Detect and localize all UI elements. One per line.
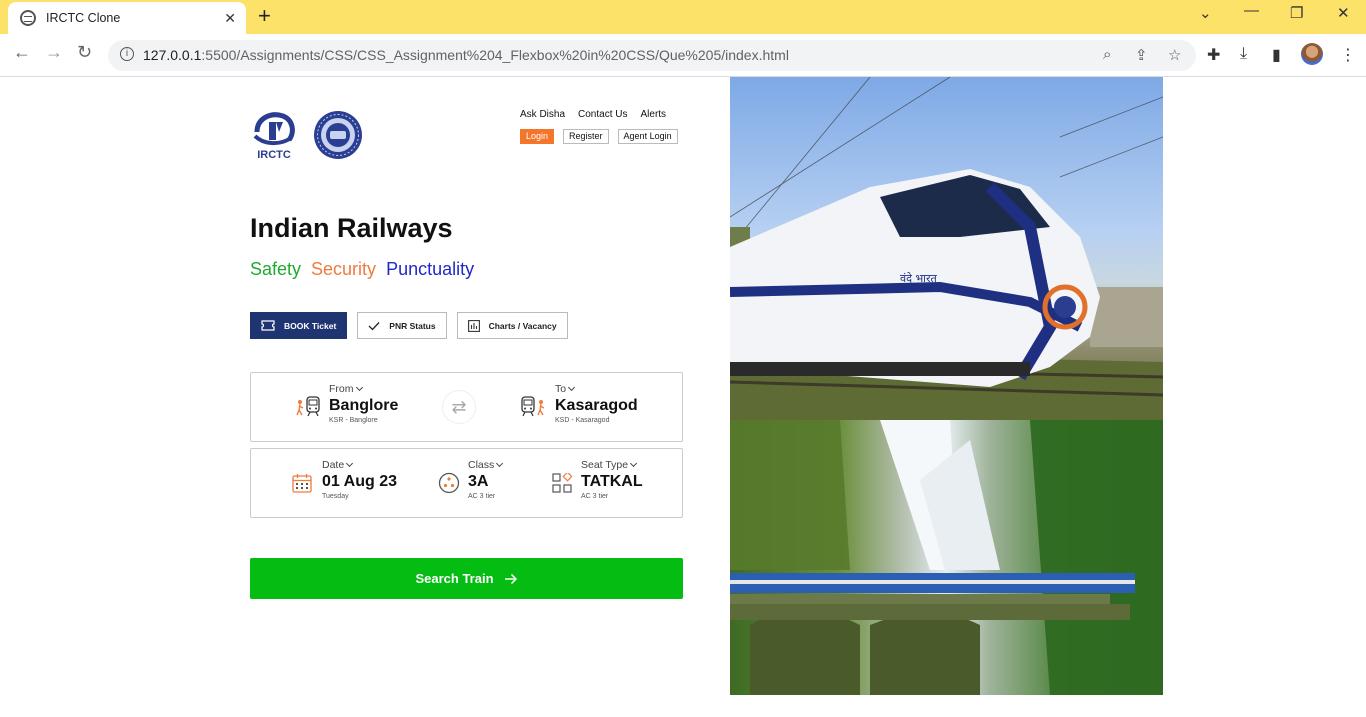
calendar-icon bbox=[292, 474, 312, 493]
nav-contact-us[interactable]: Contact Us bbox=[578, 109, 627, 120]
browser-titlebar: IRCTC Clone ✕ + ⌄ — ❐ ✕ bbox=[0, 0, 1366, 34]
page-title: Indian Railways bbox=[250, 213, 453, 243]
login-button[interactable]: Login bbox=[520, 129, 555, 144]
hero-image-waterfall bbox=[730, 420, 1163, 695]
class-label: Class bbox=[468, 459, 495, 471]
ticket-icon bbox=[261, 320, 275, 331]
to-station-icon bbox=[521, 396, 545, 417]
share-icon[interactable]: ⇪ bbox=[1135, 46, 1148, 64]
bookmark-star-icon[interactable]: ☆ bbox=[1168, 46, 1181, 64]
browser-tab[interactable]: IRCTC Clone ✕ bbox=[8, 2, 246, 34]
extensions-icon[interactable]: ✚ bbox=[1207, 45, 1220, 65]
hero-image-train: वंदे भारत bbox=[730, 77, 1163, 420]
close-window-icon[interactable]: ✕ bbox=[1337, 4, 1350, 22]
from-station-code: KSR - Banglore bbox=[329, 417, 378, 424]
site-info-icon[interactable]: i bbox=[120, 47, 134, 61]
globe-icon bbox=[20, 10, 36, 26]
download-icon[interactable]: ⤓ bbox=[1240, 45, 1247, 63]
address-bar[interactable]: i 127.0.0.1:5500/Assignments/CSS/CSS_Ass… bbox=[108, 40, 1196, 71]
chevron-down-icon bbox=[568, 383, 576, 392]
seat-type-label: Seat Type bbox=[581, 459, 629, 471]
to-label: To bbox=[555, 383, 567, 395]
tab-charts-vacancy[interactable]: Charts / Vacancy bbox=[456, 312, 568, 339]
irctc-logo-text: IRCTC bbox=[257, 149, 291, 160]
tab-book-ticket[interactable]: BOOK Ticket bbox=[250, 312, 348, 339]
auth-buttons: Login Register Agent Login bbox=[520, 129, 678, 144]
tag-punctuality: Punctuality bbox=[386, 259, 475, 279]
menu-kebab-icon[interactable]: ⋮ bbox=[1340, 45, 1356, 65]
tab-pnr-status[interactable]: PNR Status bbox=[357, 312, 447, 339]
side-panel-icon[interactable]: ▮ bbox=[1272, 45, 1281, 65]
page-content: IRCTC Ask Disha Contact Us Alerts Login … bbox=[0, 77, 1366, 717]
tag-security: Security bbox=[311, 259, 377, 279]
arrow-right-icon bbox=[504, 573, 517, 584]
profile-avatar[interactable] bbox=[1301, 43, 1323, 65]
date-label: Date bbox=[322, 459, 345, 471]
browser-toolbar: ← → ↻ i 127.0.0.1:5500/Assignments/CSS/C… bbox=[0, 34, 1366, 77]
journey-card: From Banglore KSR - Banglore ⇄ To Kasara… bbox=[250, 372, 683, 442]
zoom-icon[interactable]: ⌕ bbox=[1103, 46, 1111, 63]
chevron-down-icon bbox=[496, 459, 504, 468]
train-livery-text: वंदे भारत bbox=[900, 272, 938, 285]
chart-icon bbox=[467, 319, 480, 332]
top-nav: Ask Disha Contact Us Alerts bbox=[520, 109, 666, 120]
check-icon bbox=[368, 321, 380, 330]
nav-ask-disha[interactable]: Ask Disha bbox=[520, 109, 565, 120]
chevron-down-icon bbox=[355, 383, 363, 392]
agent-login-button[interactable]: Agent Login bbox=[617, 129, 678, 144]
url-text[interactable]: 127.0.0.1:5500/Assignments/CSS/CSS_Assig… bbox=[143, 47, 789, 63]
tab-book-ticket-label: BOOK Ticket bbox=[284, 320, 337, 331]
from-label: From bbox=[329, 383, 354, 395]
date-weekday: Tuesday bbox=[322, 493, 349, 500]
to-station-code: KSD - Kasaragod bbox=[555, 417, 610, 424]
forward-icon[interactable]: → bbox=[45, 42, 63, 63]
chevron-down-icon bbox=[630, 459, 638, 468]
indian-railways-logo bbox=[314, 111, 362, 159]
seat-type-value: TATKAL bbox=[581, 473, 643, 490]
to-field[interactable]: To Kasaragod KSD - Kasaragod bbox=[555, 383, 638, 424]
close-tab-icon[interactable]: ✕ bbox=[224, 10, 236, 27]
class-description: AC 3 tier bbox=[468, 493, 496, 500]
irctc-logo: IRCTC bbox=[253, 112, 295, 160]
date-field[interactable]: Date 01 Aug 23 Tuesday bbox=[322, 459, 397, 500]
tab-charts-vacancy-label: Charts / Vacancy bbox=[488, 320, 557, 331]
nav-alerts[interactable]: Alerts bbox=[640, 109, 666, 120]
from-value: Banglore bbox=[329, 397, 399, 414]
restore-icon[interactable]: ❐ bbox=[1290, 4, 1303, 22]
tag-safety: Safety bbox=[250, 259, 302, 279]
mode-tabs: BOOK Ticket PNR Status Charts / Vacancy bbox=[250, 312, 568, 339]
from-station-icon bbox=[296, 396, 320, 417]
details-card: Date 01 Aug 23 Tuesday Class 3A AC 3 tie… bbox=[250, 448, 683, 518]
seat-type-grid-icon bbox=[552, 473, 572, 493]
class-field[interactable]: Class 3A AC 3 tier bbox=[468, 459, 504, 500]
tab-pnr-status-label: PNR Status bbox=[389, 320, 436, 331]
tab-search-chevron-icon[interactable]: ⌄ bbox=[1199, 4, 1212, 22]
chevron-down-icon bbox=[346, 459, 354, 468]
minimize-icon[interactable]: — bbox=[1244, 2, 1259, 19]
reload-icon[interactable]: ↻ bbox=[77, 42, 92, 63]
tagline: Safety Security Punctuality bbox=[250, 259, 474, 280]
register-button[interactable]: Register bbox=[563, 129, 609, 144]
class-value: 3A bbox=[468, 473, 489, 490]
to-value: Kasaragod bbox=[555, 397, 638, 414]
seat-type-description: AC 3 tier bbox=[581, 493, 609, 500]
tab-title: IRCTC Clone bbox=[46, 11, 121, 25]
seat-type-field[interactable]: Seat Type TATKAL AC 3 tier bbox=[581, 459, 643, 500]
back-icon[interactable]: ← bbox=[13, 42, 31, 63]
date-value: 01 Aug 23 bbox=[322, 473, 397, 490]
search-train-label: Search Train bbox=[415, 571, 494, 586]
new-tab-icon[interactable]: + bbox=[258, 5, 271, 27]
swap-stations-icon[interactable]: ⇄ bbox=[442, 390, 476, 424]
class-seat-icon bbox=[438, 472, 460, 494]
from-field[interactable]: From Banglore KSR - Banglore bbox=[329, 383, 398, 424]
search-train-button[interactable]: Search Train bbox=[250, 558, 683, 599]
